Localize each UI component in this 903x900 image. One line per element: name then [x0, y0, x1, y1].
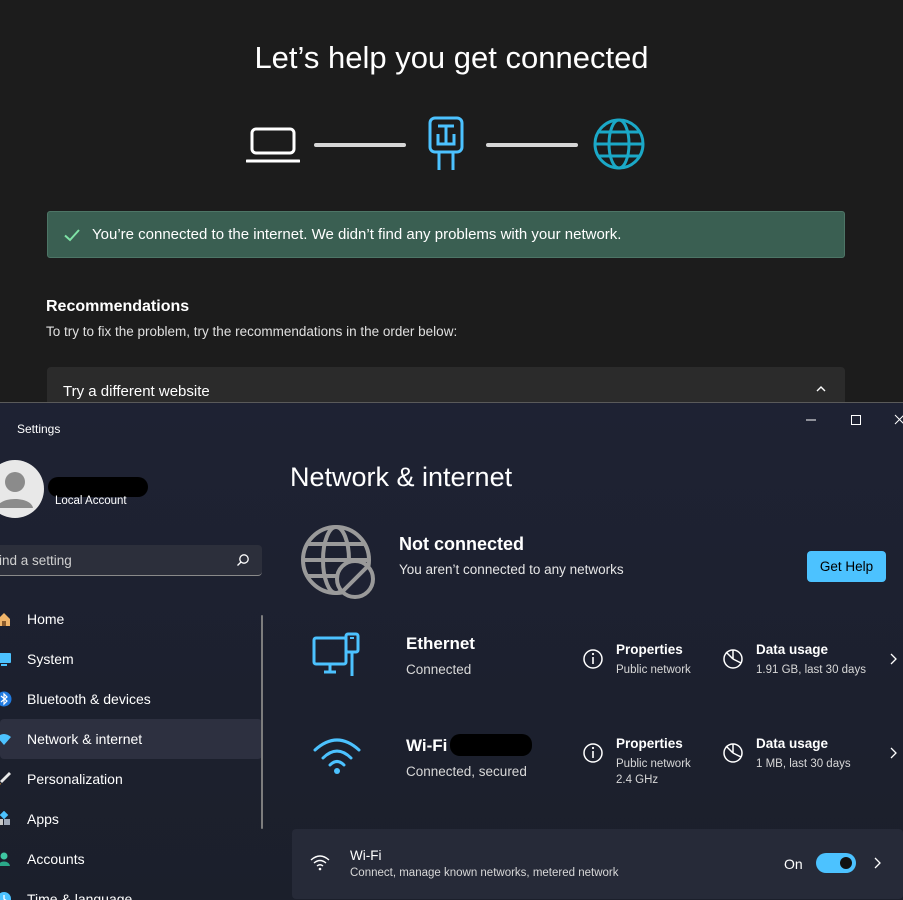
- wifi-toggle-label: On: [784, 856, 803, 872]
- ethernet-data-title[interactable]: Data usage: [756, 642, 828, 657]
- monitor-icon: [0, 653, 11, 666]
- link-line-left: [314, 143, 406, 147]
- settings-window: Settings Local Account ind a setting Hom…: [0, 402, 903, 900]
- sidebar-item-label: System: [27, 651, 74, 667]
- sidebar-item-label: Apps: [27, 811, 59, 827]
- close-icon: [894, 414, 903, 425]
- get-help-button[interactable]: Get Help: [807, 551, 886, 582]
- wifi-properties-sub-network: Public network: [616, 758, 691, 770]
- ethernet-data-sub: 1.91 GB, last 30 days: [756, 664, 866, 676]
- sidebar-item-apps[interactable]: Apps: [0, 799, 262, 839]
- chevron-up-icon[interactable]: [815, 383, 827, 395]
- wifi-connection-row[interactable]: Wi-Fi ( Connected, secured Properties Pu…: [290, 718, 903, 798]
- toggle-knob: [840, 857, 852, 869]
- banner-text: You’re connected to the internet. We did…: [92, 226, 622, 243]
- sidebar-item-home[interactable]: Home: [0, 599, 262, 639]
- recommendation-label: Try a different website: [63, 383, 210, 400]
- app-title: Settings: [17, 422, 61, 436]
- person-icon: [0, 852, 10, 866]
- home-icon: [0, 613, 10, 626]
- sidebar-item-label: Bluetooth & devices: [27, 691, 151, 707]
- wifi-data-sub: 1 MB, last 30 days: [756, 758, 851, 770]
- info-icon: [583, 649, 603, 669]
- sidebar-item-accounts[interactable]: Accounts: [0, 839, 262, 879]
- wifi-properties-sub-band: 2.4 GHz: [616, 774, 659, 786]
- wifi-toggle[interactable]: [816, 853, 856, 873]
- wifi-icon: [0, 734, 11, 745]
- bluetooth-icon: [0, 691, 12, 707]
- brush-icon: [0, 772, 11, 785]
- wifi-properties-title[interactable]: Properties: [616, 736, 683, 751]
- sidebar-item-label: Personalization: [27, 771, 123, 787]
- wifi-card-subtitle: Connect, manage known networks, metered …: [350, 867, 619, 879]
- sidebar-item-label: Network & internet: [27, 731, 143, 747]
- success-banner: You’re connected to the internet. We did…: [47, 211, 845, 258]
- maximize-icon: [851, 415, 861, 425]
- sidebar-item-network[interactable]: Network & internet: [0, 719, 262, 759]
- apps-icon: [0, 811, 10, 825]
- minimize-icon: [806, 419, 816, 421]
- maximize-button[interactable]: [845, 411, 867, 429]
- close-button[interactable]: [889, 411, 903, 429]
- sidebar-item-personalization[interactable]: Personalization: [0, 759, 262, 799]
- ethernet-name: Ethernet: [406, 634, 475, 653]
- chevron-right-icon[interactable]: [872, 856, 882, 870]
- ethernet-icon: [312, 632, 360, 676]
- wifi-icon: [313, 738, 361, 774]
- search-icon: [237, 554, 249, 566]
- sidebar-item-system[interactable]: System: [0, 639, 262, 679]
- data-usage-icon: [723, 743, 743, 763]
- redacted-ssid: [450, 734, 532, 756]
- troubleshooter-window: Let’s help you get connected You’re conn…: [0, 0, 903, 402]
- globe-icon: [593, 118, 645, 170]
- ethernet-properties-title[interactable]: Properties: [616, 642, 683, 657]
- ethernet-status: Connected: [406, 662, 472, 677]
- chevron-right-icon[interactable]: [888, 746, 898, 760]
- globe-blocked-icon: [301, 525, 375, 599]
- recommendations-heading: Recommendations: [46, 298, 190, 315]
- router-icon: [428, 116, 464, 170]
- sidebar-nav: Home System Bluetooth & devices Network …: [0, 599, 262, 900]
- sidebar-item-label: Time & language: [27, 891, 133, 900]
- status-title: Not connected: [399, 534, 525, 554]
- recommendation-item[interactable]: Try a different website: [47, 367, 845, 402]
- sidebar-item-label: Accounts: [27, 851, 85, 867]
- ethernet-row[interactable]: Ethernet Connected Properties Public net…: [290, 618, 903, 698]
- data-usage-icon: [723, 649, 743, 669]
- sidebar-item-time-language[interactable]: Time & language: [0, 879, 262, 900]
- troubleshooter-title: Let’s help you get connected: [254, 40, 649, 75]
- chevron-right-icon[interactable]: [888, 652, 898, 666]
- clock-icon: [0, 892, 11, 900]
- search-input[interactable]: ind a setting: [0, 545, 262, 576]
- minimize-button[interactable]: [800, 411, 822, 429]
- status-subtitle: You aren’t connected to any networks: [399, 562, 624, 577]
- info-icon: [583, 743, 603, 763]
- sidebar-scrollbar[interactable]: [261, 615, 263, 829]
- wifi-connection-status: Connected, secured: [406, 764, 527, 779]
- sidebar-item-bluetooth[interactable]: Bluetooth & devices: [0, 679, 262, 719]
- recommendations-subtext: To try to fix the problem, try the recom…: [46, 324, 458, 339]
- page-title: Network & internet: [290, 462, 513, 492]
- search-placeholder: ind a setting: [0, 553, 72, 568]
- wifi-icon: [310, 855, 330, 871]
- sidebar-item-label: Home: [27, 611, 65, 627]
- checkmark-icon: [64, 228, 80, 241]
- wifi-settings-card[interactable]: Wi-Fi Connect, manage known networks, me…: [292, 829, 903, 899]
- redacted-username: [48, 477, 148, 497]
- account-type: Local Account: [55, 495, 127, 507]
- laptop-icon: [246, 127, 300, 163]
- ethernet-properties-sub: Public network: [616, 664, 691, 676]
- wifi-data-title[interactable]: Data usage: [756, 736, 828, 751]
- link-line-right: [486, 143, 578, 147]
- wifi-card-title: Wi-Fi: [350, 848, 382, 863]
- connection-diagram: [0, 112, 903, 176]
